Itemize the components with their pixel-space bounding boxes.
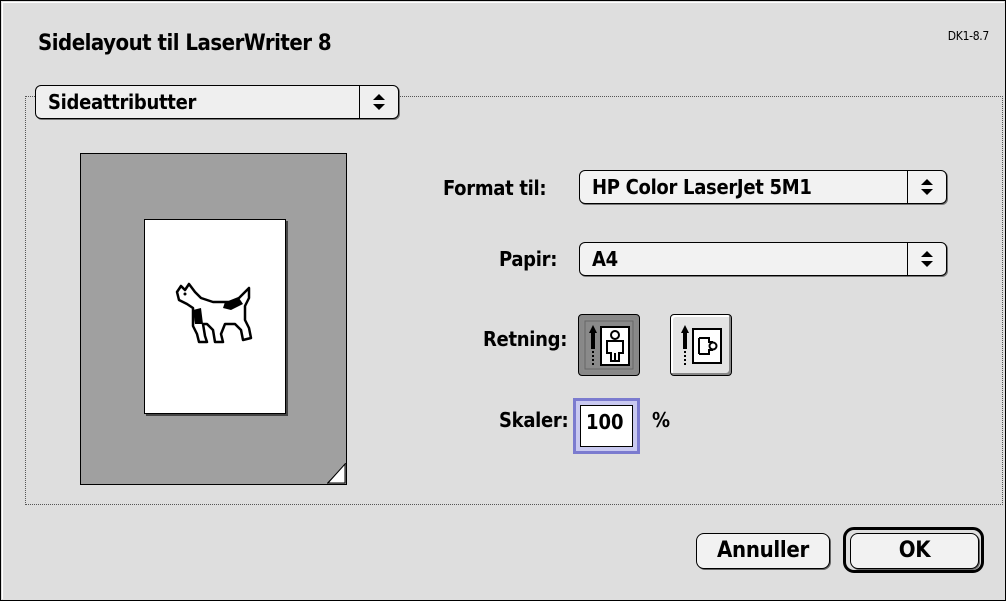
cancel-button[interactable]: Annuller <box>696 533 830 569</box>
landscape-orientation-button[interactable] <box>670 314 732 376</box>
popup-arrows-icon <box>907 243 946 275</box>
format-popup-label: HP Color LaserJet 5M1 <box>592 175 812 199</box>
popup-arrows-icon <box>907 171 946 203</box>
popup-arrows-icon <box>359 86 398 118</box>
section-popup-label: Sideattributter <box>48 90 197 114</box>
paper-label: Papir: <box>499 247 558 271</box>
page-setup-dialog: Sidelayout til LaserWriter 8 DK1-8.7 Sid… <box>0 0 1006 601</box>
scale-value: 100 <box>586 410 624 434</box>
dogcow-icon <box>175 282 253 344</box>
ok-button[interactable]: OK <box>850 533 979 569</box>
paper-popup[interactable]: A4 <box>579 242 947 276</box>
page-curl-icon <box>327 463 346 484</box>
scale-input[interactable]: 100 <box>573 398 640 454</box>
landscape-icon <box>681 325 722 365</box>
orientation-label: Retning: <box>483 327 568 351</box>
scale-label: Skaler: <box>499 408 569 432</box>
portrait-orientation-button[interactable] <box>578 314 640 376</box>
percent-unit: % <box>652 408 671 432</box>
version-label: DK1-8.7 <box>947 29 990 43</box>
format-label: Format til: <box>443 176 547 200</box>
format-popup[interactable]: HP Color LaserJet 5M1 <box>579 170 947 204</box>
paper-popup-label: A4 <box>592 247 618 271</box>
portrait-icon <box>583 319 635 371</box>
dialog-title: Sidelayout til LaserWriter 8 <box>38 31 332 56</box>
section-popup[interactable]: Sideattributter <box>35 85 399 119</box>
